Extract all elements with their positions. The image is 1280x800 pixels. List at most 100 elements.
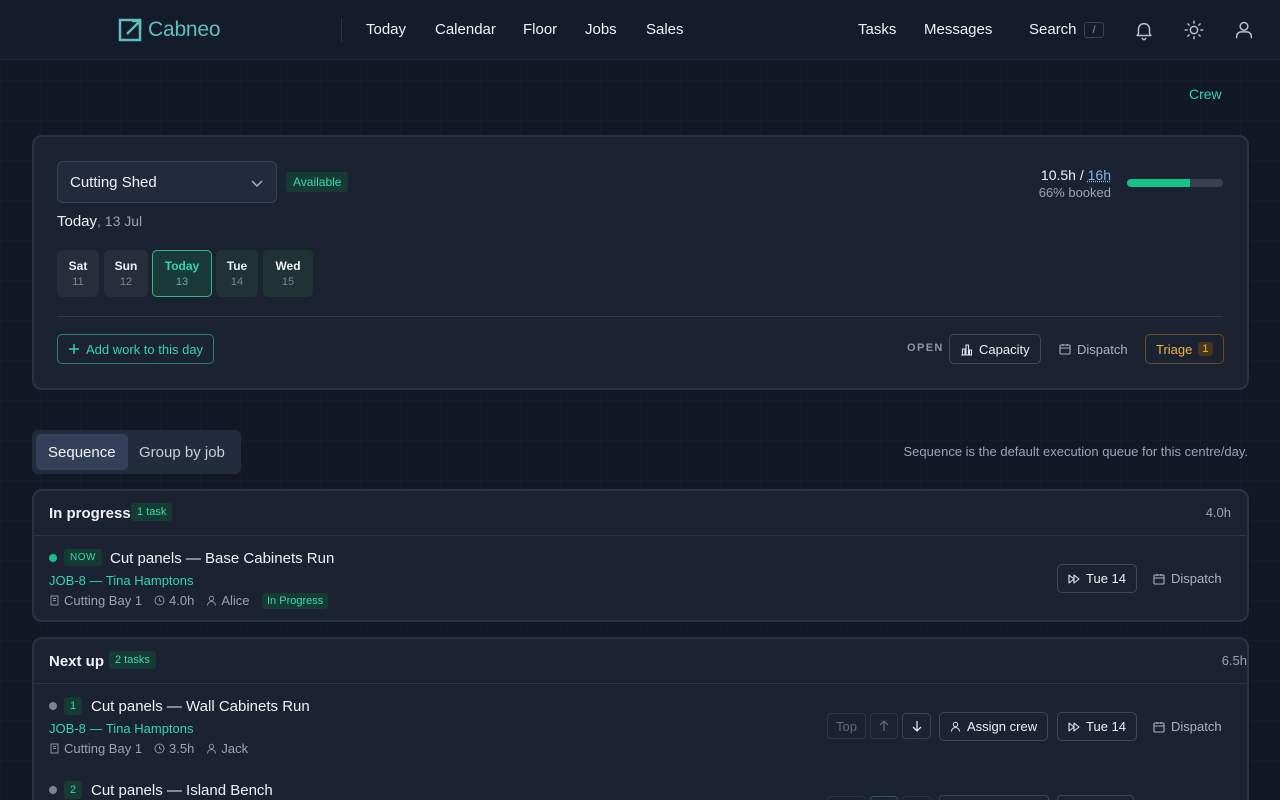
cabneo-logo-icon — [118, 17, 144, 43]
total-hours-link[interactable]: 16h — [1088, 167, 1111, 183]
dispatch-label: Dispatch — [1077, 342, 1128, 357]
triage-button[interactable]: Triage 1 — [1145, 334, 1224, 364]
triage-count-badge: 1 — [1198, 342, 1212, 356]
view-sequence-tab[interactable]: Sequence — [36, 434, 128, 470]
task-title[interactable]: Cut panels — Base Cabinets Run — [110, 550, 334, 567]
task-bay: Cutting Bay 1 — [64, 593, 142, 608]
move-up-button[interactable] — [870, 713, 898, 739]
nav-floor[interactable]: Floor — [523, 21, 557, 38]
chevron-down-icon — [250, 176, 264, 190]
queued-status-dot — [49, 786, 57, 794]
day-name: Tue — [227, 259, 247, 273]
nav-tasks[interactable]: Tasks — [858, 21, 896, 38]
day-chip-today[interactable]: Today 13 — [152, 250, 212, 297]
day-number: 11 — [72, 276, 83, 288]
availability-badge: Available — [286, 172, 348, 192]
day-chip-tue[interactable]: Tue 14 — [216, 250, 258, 297]
arrow-down-icon — [912, 720, 922, 732]
sequence-number-badge: 2 — [64, 781, 82, 799]
day-name: Wed — [275, 259, 300, 273]
dispatch-button[interactable]: Dispatch — [1049, 334, 1138, 364]
capacity-button[interactable]: Capacity — [949, 334, 1041, 364]
booked-percent: 66% booked — [1039, 185, 1111, 200]
dispatch-label: Dispatch — [1171, 571, 1222, 586]
task-title[interactable]: Cut panels — Wall Cabinets Run — [91, 698, 310, 715]
person-icon — [950, 721, 961, 732]
selected-date: Today, 13 Jul — [57, 213, 142, 230]
centre-select[interactable]: Cutting Shed — [57, 161, 277, 203]
view-group-by-job-tab[interactable]: Group by job — [127, 434, 237, 470]
move-up-button[interactable] — [870, 796, 898, 800]
task-crew: Jack — [221, 741, 248, 756]
reschedule-label: Tue 14 — [1086, 719, 1126, 734]
building-icon — [49, 743, 60, 754]
search-button[interactable]: Search — [1029, 21, 1077, 38]
brand-logo[interactable]: Cabneo — [118, 17, 220, 43]
nav-today[interactable]: Today — [366, 21, 406, 38]
capacity-summary: 10.5h / 16h 66% booked — [1039, 167, 1111, 200]
add-work-button[interactable]: Add work to this day — [57, 334, 214, 364]
reschedule-button[interactable] — [1057, 795, 1134, 800]
day-name: Sun — [115, 259, 138, 273]
plus-icon — [68, 343, 80, 355]
reschedule-button[interactable]: Tue 14 — [1057, 564, 1137, 593]
booked-hours: 10.5h / — [1041, 167, 1084, 183]
day-number: 13 — [176, 276, 188, 288]
section-title: In progress — [49, 505, 131, 522]
section-hours: 6.5h — [1222, 653, 1247, 668]
bar-chart-icon — [960, 343, 973, 356]
task-dispatch-button[interactable]: Dispatch — [1143, 712, 1232, 741]
day-number: 14 — [231, 276, 243, 288]
centre-select-value: Cutting Shed — [70, 174, 157, 191]
building-icon — [49, 595, 60, 606]
date-value: , 13 Jul — [97, 213, 142, 229]
nav-jobs[interactable]: Jobs — [585, 21, 617, 38]
move-to-top-button[interactable]: Top — [827, 713, 866, 739]
section-count-badge: 1 task — [131, 503, 172, 521]
day-name: Today — [165, 259, 199, 273]
active-status-dot — [49, 554, 57, 562]
task-hours: 3.5h — [169, 741, 194, 756]
section-divider — [34, 683, 1246, 684]
fast-forward-icon — [1068, 722, 1080, 732]
view-toggle: Sequence Group by job — [32, 430, 241, 474]
task-job-link[interactable]: JOB-8 — Tina Hamptons — [49, 573, 194, 588]
view-hint: Sequence is the default execution queue … — [904, 444, 1249, 459]
move-down-button[interactable] — [902, 713, 931, 739]
user-account-icon[interactable] — [1233, 19, 1255, 41]
nav-calendar[interactable]: Calendar — [435, 21, 496, 38]
task-title[interactable]: Cut panels — Island Bench — [91, 782, 273, 799]
theme-sun-icon[interactable] — [1183, 19, 1205, 41]
move-down-button[interactable] — [902, 796, 931, 800]
dispatch-label: Dispatch — [1171, 719, 1222, 734]
arrow-up-icon — [879, 720, 889, 732]
reschedule-button[interactable]: Tue 14 — [1057, 712, 1137, 741]
nav-sales[interactable]: Sales — [646, 21, 684, 38]
day-number: 15 — [282, 276, 294, 288]
task-meta: Cutting Bay 1 4.0h Alice — [49, 593, 250, 608]
day-chip-sat[interactable]: Sat 11 — [57, 250, 99, 297]
queued-status-dot — [49, 702, 57, 710]
task-dispatch-button[interactable]: Dispatch — [1143, 564, 1232, 593]
task-job-link[interactable]: JOB-8 — Tina Hamptons — [49, 721, 194, 736]
day-name: Sat — [69, 259, 88, 273]
person-icon — [206, 743, 217, 754]
clock-icon — [154, 743, 165, 754]
calendar-icon — [1153, 721, 1165, 733]
assign-crew-button[interactable] — [939, 795, 1049, 800]
task-crew: Alice — [221, 593, 249, 608]
section-title: Next up — [49, 653, 104, 670]
card-divider — [57, 316, 1223, 317]
day-chip-wed[interactable]: Wed 15 — [263, 250, 313, 297]
assign-crew-button[interactable]: Assign crew — [939, 712, 1048, 741]
nav-messages[interactable]: Messages — [924, 21, 992, 38]
add-work-label: Add work to this day — [86, 342, 203, 357]
triage-label: Triage — [1156, 342, 1192, 357]
bell-icon[interactable] — [1133, 19, 1155, 41]
move-to-top-button[interactable] — [827, 796, 866, 800]
crew-link[interactable]: Crew — [1189, 86, 1222, 102]
capacity-bar-fill — [1127, 179, 1190, 187]
day-chip-sun[interactable]: Sun 12 — [104, 250, 148, 297]
open-label: OPEN — [907, 342, 944, 354]
clock-icon — [154, 595, 165, 606]
